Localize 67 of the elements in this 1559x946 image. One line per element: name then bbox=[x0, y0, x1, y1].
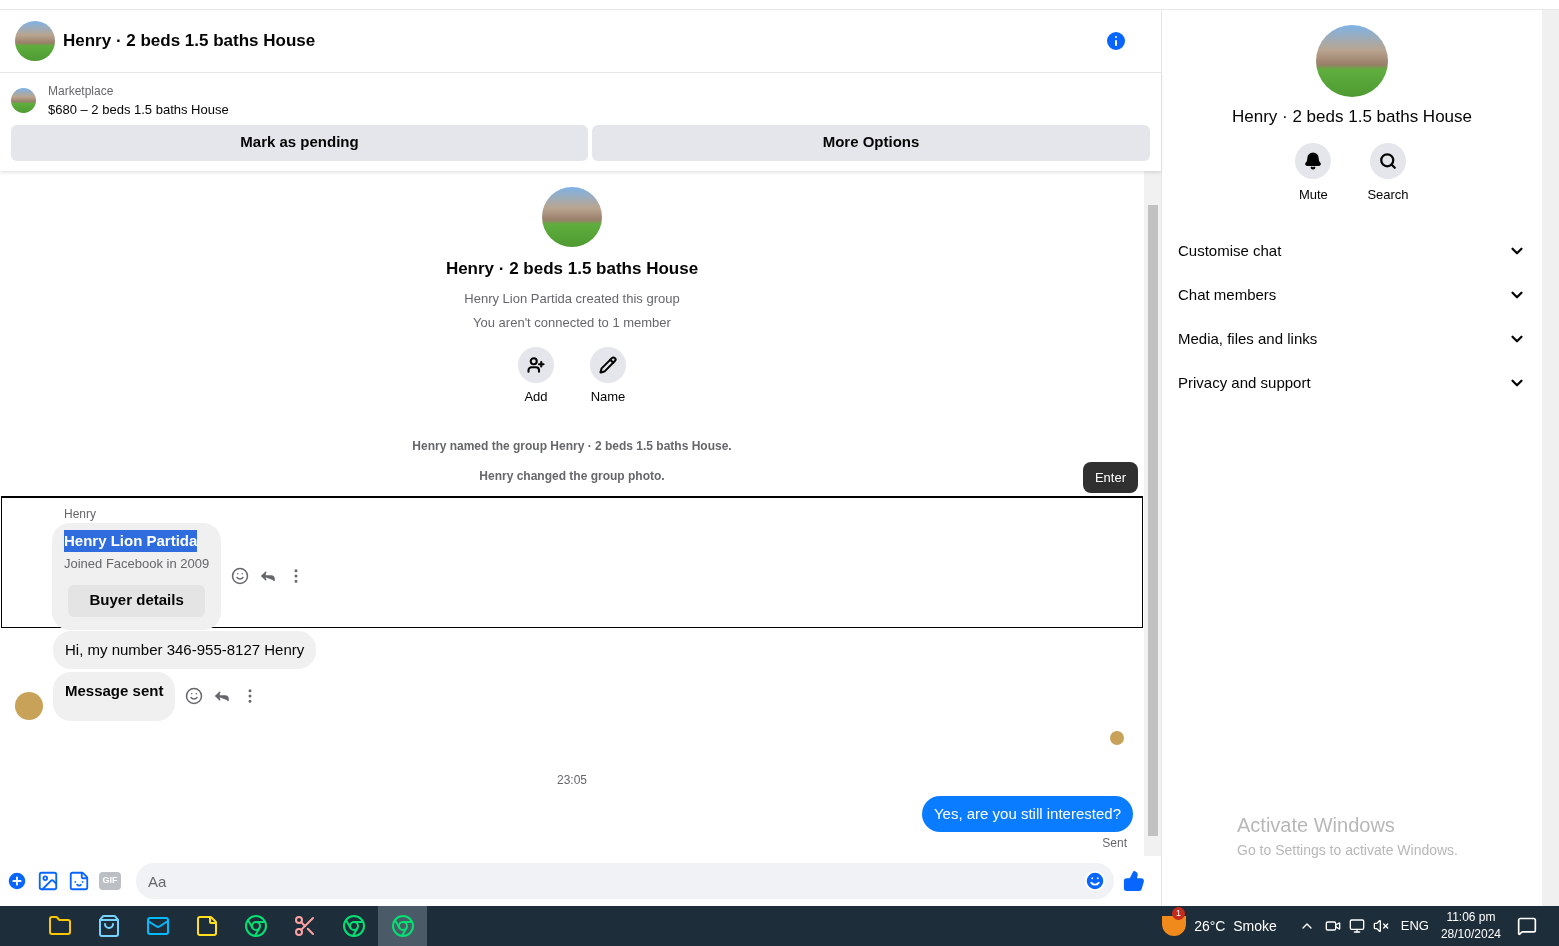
activation-subtitle: Go to Settings to activate Windows. bbox=[1237, 841, 1458, 860]
event-text: Henry named the group Henry · 2 beds 1.5 baths House. bbox=[412, 437, 732, 455]
joined-text: Joined Facebook in 2009 bbox=[64, 555, 210, 573]
speaker-muted-icon[interactable] bbox=[1372, 918, 1389, 934]
group-info-text: Henry Lion Partida created this group bbox=[464, 290, 680, 308]
buyer-details-button[interactable]: Buyer details bbox=[68, 584, 206, 617]
panel-section[interactable]: Chat members bbox=[1178, 273, 1526, 317]
shopping-bag-icon bbox=[96, 914, 121, 938]
pencil-icon bbox=[599, 356, 617, 374]
action-label: Mute bbox=[1298, 185, 1328, 204]
timestamp: 23:05 bbox=[557, 771, 587, 789]
plus-icon[interactable] bbox=[6, 870, 28, 892]
listing-summary: $680 – 2 beds 1.5 baths House bbox=[48, 101, 229, 119]
notifications-icon[interactable] bbox=[1517, 916, 1537, 936]
browser-icon bbox=[390, 914, 415, 938]
clock-date: 28/10/2024 bbox=[1440, 926, 1501, 943]
panel-section[interactable]: Customise chat bbox=[1178, 229, 1526, 273]
listing-source: Marketplace bbox=[48, 83, 115, 100]
activation-title: Activate Windows bbox=[1237, 813, 1396, 838]
message-status: Sent bbox=[1102, 835, 1127, 852]
group-title: Henry · 2 beds 1.5 baths House bbox=[445, 257, 699, 280]
weather-icon bbox=[1162, 916, 1187, 936]
browser-icon bbox=[341, 914, 366, 938]
thumbs-up-icon[interactable] bbox=[1123, 870, 1145, 892]
read-receipt-avatar bbox=[1110, 730, 1124, 745]
weather-text: 26°C Smoke bbox=[1194, 916, 1277, 936]
message-input[interactable]: Aa bbox=[136, 863, 1114, 899]
panel-section[interactable]: Privacy and support bbox=[1178, 361, 1526, 405]
action-label: Search bbox=[1367, 185, 1409, 204]
mail-icon bbox=[145, 914, 170, 938]
network-icon[interactable] bbox=[1348, 918, 1365, 934]
search-icon bbox=[1379, 151, 1397, 170]
sticky-note-icon bbox=[194, 914, 219, 938]
bell-icon bbox=[1304, 151, 1323, 170]
language-indicator[interactable]: ENG bbox=[1400, 916, 1429, 936]
emoji-icon[interactable] bbox=[1084, 870, 1106, 892]
action-label: Add bbox=[524, 388, 548, 406]
photo-placeholder bbox=[15, 21, 55, 61]
info-icon[interactable] bbox=[1104, 29, 1128, 53]
scissors-icon bbox=[292, 914, 317, 938]
camera-icon[interactable] bbox=[1324, 918, 1341, 934]
image-icon[interactable] bbox=[37, 870, 59, 892]
react-icon[interactable] bbox=[231, 567, 250, 585]
photo-placeholder bbox=[11, 88, 36, 114]
sender-name: Henry bbox=[64, 505, 97, 523]
outgoing-message: Yes, are you still interested? bbox=[921, 795, 1133, 832]
chat-title: Henry · 2 beds 1.5 baths House bbox=[63, 30, 316, 53]
clock-time: 11:06 pm bbox=[1446, 909, 1496, 926]
sticker-icon[interactable] bbox=[68, 870, 90, 892]
panel-section[interactable]: Media, files and links bbox=[1178, 317, 1526, 361]
browser-icon bbox=[243, 914, 268, 938]
action-label: Name bbox=[590, 388, 626, 406]
message-bubble: Hi, my number 346-955-8127 Henry bbox=[53, 630, 317, 669]
message-bubble: Message sent bbox=[53, 672, 176, 721]
rename-button[interactable] bbox=[590, 347, 626, 383]
mute-button[interactable] bbox=[1295, 142, 1332, 179]
panel-title: Henry · 2 beds 1.5 baths House bbox=[1232, 106, 1472, 128]
group-info-text: You aren't connected to 1 member bbox=[473, 313, 671, 332]
react-icon[interactable] bbox=[185, 687, 204, 706]
event-text: Henry changed the group photo. bbox=[479, 467, 665, 485]
listing-action-button[interactable]: More Options bbox=[592, 124, 1150, 161]
listing-action-button[interactable]: Mark as pending bbox=[11, 124, 588, 161]
add-person-button[interactable] bbox=[518, 347, 554, 383]
folder-icon bbox=[47, 914, 72, 938]
tooltip: Enter bbox=[1082, 461, 1138, 493]
add-person-icon bbox=[527, 356, 545, 374]
search-button[interactable] bbox=[1370, 142, 1406, 179]
